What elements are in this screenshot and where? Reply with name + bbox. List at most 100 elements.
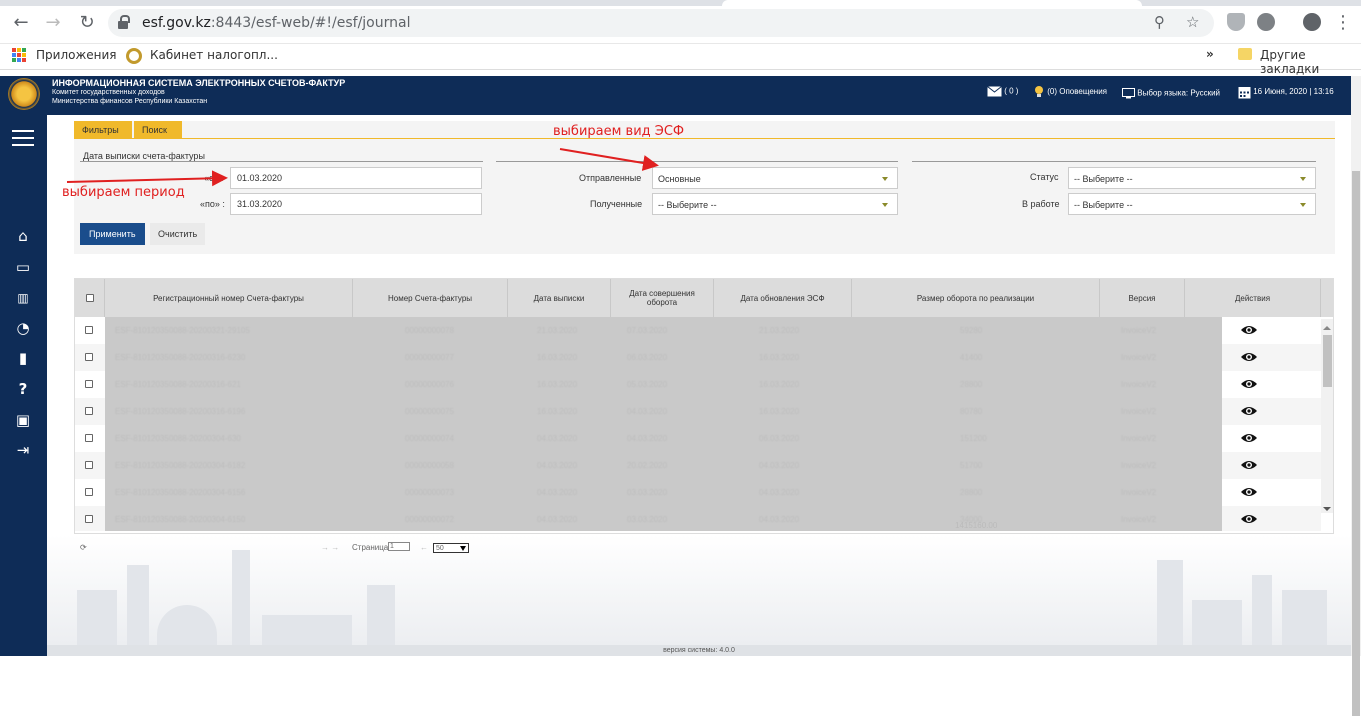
col-turnover-date[interactable]: Дата совершения оборота bbox=[611, 279, 714, 317]
cell-reg-number: ESF-810120350088-20200316-6230 bbox=[115, 353, 246, 362]
cell-turnover-date: 04.03.2020 bbox=[627, 434, 668, 443]
cell-turnover-size: 41400 bbox=[960, 353, 983, 362]
cell-turnover-date: 06.03.2020 bbox=[627, 353, 668, 362]
cell-update-date: 04.03.2020 bbox=[759, 461, 800, 470]
cell-turnover-date: 20.02.2020 bbox=[627, 461, 668, 470]
table-row[interactable]: ESF-810120350088-20200304-6156 0000000007… bbox=[75, 479, 1321, 506]
cell-issue-date: 16.03.2020 bbox=[537, 380, 578, 389]
cell-version: InvoiceV2 bbox=[1121, 488, 1157, 497]
cell-turnover-date: 04.03.2020 bbox=[627, 407, 668, 416]
table-row[interactable]: ESF-810120350088-20200321-29105 000000000… bbox=[75, 317, 1321, 344]
col-version[interactable]: Версия bbox=[1100, 279, 1185, 317]
cell-turnover-date: 07.03.2020 bbox=[627, 326, 668, 335]
cell-issue-date: 16.03.2020 bbox=[537, 407, 578, 416]
col-turnover-size[interactable]: Размер оборота по реализации bbox=[852, 279, 1100, 317]
cell-update-date: 16.03.2020 bbox=[759, 380, 800, 389]
refresh-icon[interactable]: ⟳ bbox=[80, 543, 87, 552]
row-checkbox[interactable] bbox=[85, 488, 93, 496]
col-reg-number[interactable]: Регистрационный номер Счета-фактуры bbox=[105, 279, 353, 317]
scroll-down-icon[interactable] bbox=[1323, 506, 1331, 512]
table-row[interactable]: ESF-810120350088-20200316-6196 0000000007… bbox=[75, 398, 1321, 425]
turnover-total: 1415160.00 bbox=[955, 521, 998, 530]
cell-issue-date: 04.03.2020 bbox=[537, 515, 578, 524]
cell-turnover-date: 03.03.2020 bbox=[627, 488, 668, 497]
cell-update-date: 16.03.2020 bbox=[759, 353, 800, 362]
view-eye-icon[interactable] bbox=[1240, 486, 1258, 498]
cell-issue-date: 21.03.2020 bbox=[537, 326, 578, 335]
cell-update-date: 16.03.2020 bbox=[759, 407, 800, 416]
select-all-checkbox[interactable] bbox=[85, 294, 94, 302]
table-body: ESF-810120350088-20200321-29105 000000000… bbox=[75, 317, 1333, 531]
cell-reg-number: ESF-810120350088-20200304-630 bbox=[115, 434, 241, 443]
table-row[interactable]: ESF-810120350088-20200304-6150 0000000007… bbox=[75, 506, 1321, 531]
table-row[interactable]: ESF-810120350088-20200316-6230 0000000007… bbox=[75, 344, 1321, 371]
cell-reg-number: ESF-810120350088-20200304-6182 bbox=[115, 461, 246, 470]
table-row[interactable]: ESF-810120350088-20200316-621 00000000076… bbox=[75, 371, 1321, 398]
col-update-date[interactable]: Дата обновления ЭСФ bbox=[714, 279, 852, 317]
row-checkbox[interactable] bbox=[85, 326, 93, 334]
cell-invoice-number: 00000000072 bbox=[405, 515, 454, 524]
cell-version: InvoiceV2 bbox=[1121, 407, 1157, 416]
page-label: Страница bbox=[352, 543, 389, 552]
cell-reg-number: ESF-810120350088-20200304-6150 bbox=[115, 515, 246, 524]
row-checkbox[interactable] bbox=[85, 407, 93, 415]
col-issue-date[interactable]: Дата выписки bbox=[508, 279, 611, 317]
cell-turnover-date: 03.03.2020 bbox=[627, 515, 668, 524]
cell-update-date: 06.03.2020 bbox=[759, 434, 800, 443]
view-eye-icon[interactable] bbox=[1240, 351, 1258, 363]
cell-version: InvoiceV2 bbox=[1121, 515, 1157, 524]
cell-invoice-number: 00000000078 bbox=[405, 326, 454, 335]
page-size-select[interactable]: 50 bbox=[433, 543, 469, 553]
table-scrollbar[interactable] bbox=[1321, 319, 1333, 513]
cell-issue-date: 04.03.2020 bbox=[537, 434, 578, 443]
cell-invoice-number: 00000000073 bbox=[405, 488, 454, 497]
col-invoice-number[interactable]: Номер Счета-фактуры bbox=[353, 279, 508, 317]
cell-invoice-number: 00000000076 bbox=[405, 380, 454, 389]
cell-reg-number: ESF-810120350088-20200316-621 bbox=[115, 380, 241, 389]
table-row[interactable]: ESF-810120350088-20200304-630 00000000074… bbox=[75, 425, 1321, 452]
view-eye-icon[interactable] bbox=[1240, 459, 1258, 471]
cell-reg-number: ESF-810120350088-20200304-6156 bbox=[115, 488, 246, 497]
page-number-input[interactable]: 1 bbox=[388, 542, 410, 551]
cell-update-date: 21.03.2020 bbox=[759, 326, 800, 335]
cell-update-date: 04.03.2020 bbox=[759, 515, 800, 524]
cell-invoice-number: 00000000074 bbox=[405, 434, 454, 443]
arrow-to-type-select bbox=[559, 148, 659, 171]
row-checkbox[interactable] bbox=[85, 461, 93, 469]
cell-version: InvoiceV2 bbox=[1121, 353, 1157, 362]
row-checkbox[interactable] bbox=[85, 380, 93, 388]
cell-issue-date: 04.03.2020 bbox=[537, 488, 578, 497]
view-eye-icon[interactable] bbox=[1240, 324, 1258, 336]
next-page-arrows[interactable]: → → bbox=[321, 543, 339, 552]
cell-turnover-size: 80780 bbox=[960, 407, 983, 416]
invoice-table: Регистрационный номер Счета-фактуры Номе… bbox=[74, 278, 1334, 534]
row-checkbox[interactable] bbox=[85, 353, 93, 361]
table-row[interactable]: ESF-810120350088-20200304-6182 0000000005… bbox=[75, 452, 1321, 479]
cell-turnover-size: 51700 bbox=[960, 461, 983, 470]
row-checkbox[interactable] bbox=[85, 515, 93, 523]
cell-invoice-number: 00000000075 bbox=[405, 407, 454, 416]
prev-page-arrow[interactable]: ← bbox=[420, 543, 428, 552]
view-eye-icon[interactable] bbox=[1240, 378, 1258, 390]
cell-issue-date: 16.03.2020 bbox=[537, 353, 578, 362]
scroll-up-icon[interactable] bbox=[1323, 325, 1331, 331]
cell-issue-date: 04.03.2020 bbox=[537, 461, 578, 470]
cell-reg-number: ESF-810120350088-20200321-29105 bbox=[115, 326, 250, 335]
table-header: Регистрационный номер Счета-фактуры Номе… bbox=[75, 279, 1333, 317]
row-checkbox[interactable] bbox=[85, 434, 93, 442]
view-eye-icon[interactable] bbox=[1240, 405, 1258, 417]
cell-invoice-number: 00000000058 bbox=[405, 461, 454, 470]
chevron-down-icon bbox=[460, 546, 466, 551]
view-eye-icon[interactable] bbox=[1240, 432, 1258, 444]
col-actions: Действия bbox=[1185, 279, 1321, 317]
cell-reg-number: ESF-810120350088-20200316-6196 bbox=[115, 407, 246, 416]
cell-update-date: 04.03.2020 bbox=[759, 488, 800, 497]
cell-version: InvoiceV2 bbox=[1121, 380, 1157, 389]
cell-version: InvoiceV2 bbox=[1121, 326, 1157, 335]
cell-turnover-size: 151200 bbox=[960, 434, 987, 443]
cell-version: InvoiceV2 bbox=[1121, 461, 1157, 470]
view-eye-icon[interactable] bbox=[1240, 513, 1258, 525]
header-checkbox-cell bbox=[75, 279, 105, 317]
cell-turnover-size: 28800 bbox=[960, 380, 983, 389]
cell-turnover-size: 59280 bbox=[960, 326, 983, 335]
